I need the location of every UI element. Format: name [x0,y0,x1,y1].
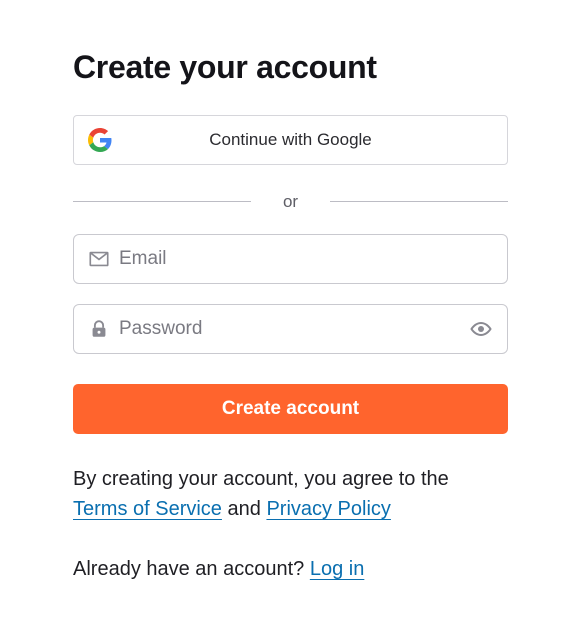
privacy-policy-link[interactable]: Privacy Policy [266,498,390,520]
mail-icon [89,251,109,267]
terms-of-service-link[interactable]: Terms of Service [73,498,222,520]
create-account-button[interactable]: Create account [73,384,508,434]
divider-line-right [330,201,508,202]
password-field[interactable] [73,304,508,354]
google-g-icon [88,128,112,152]
or-divider: or [73,190,508,214]
email-field[interactable] [73,234,508,284]
terms-notice: By creating your account, you agree to t… [73,464,513,524]
password-input[interactable] [119,305,459,353]
continue-with-google-label: Continue with Google [209,130,372,149]
email-input[interactable] [119,235,489,283]
lock-icon [92,320,106,337]
continue-with-google-button[interactable]: Continue with Google [73,115,508,165]
terms-prefix-text: By creating your account, you agree to t… [73,468,449,490]
page-title: Create your account [73,49,377,85]
signup-page: Create your account Continue with Google… [0,0,566,636]
terms-and-text: and [227,498,261,520]
eye-icon[interactable] [469,317,493,341]
login-prompt-row: Already have an account? Log in [73,554,364,584]
log-in-link[interactable]: Log in [310,558,365,580]
divider-or-text: or [282,192,299,211]
login-prompt-text: Already have an account? [73,558,305,580]
